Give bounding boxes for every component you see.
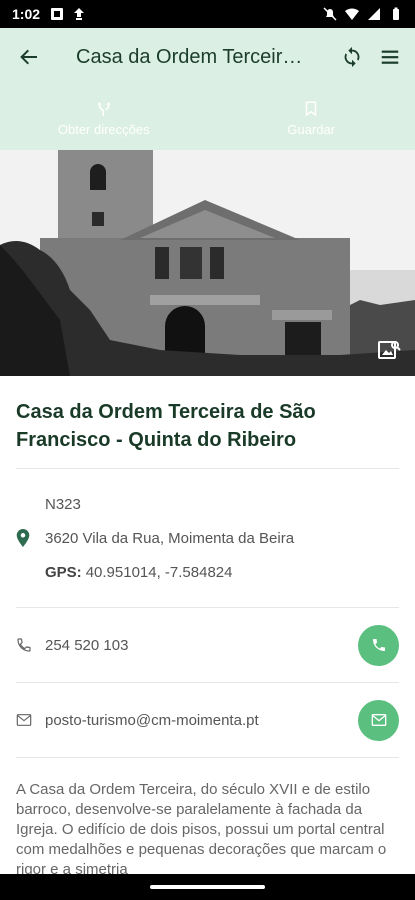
status-bar: 1:02 bbox=[0, 0, 415, 28]
road-row: N323 bbox=[0, 487, 415, 521]
directions-icon bbox=[97, 101, 111, 116]
sync-button[interactable] bbox=[333, 28, 371, 86]
phone-row[interactable]: 254 520 103 bbox=[0, 608, 415, 682]
arrow-back-icon bbox=[20, 49, 37, 65]
bookmark-icon bbox=[306, 101, 317, 116]
wifi-icon bbox=[345, 8, 359, 20]
back-button[interactable] bbox=[0, 28, 58, 86]
app-title: Casa da Ordem Terceira de São Francisco … bbox=[76, 45, 308, 68]
app-bar: Casa da Ordem Terceira de São Francisco … bbox=[0, 28, 415, 86]
gps-value: 40.951014, -7.584824 bbox=[85, 563, 233, 581]
gallery-button[interactable] bbox=[377, 338, 401, 362]
phone-icon bbox=[372, 639, 385, 651]
phone-text: 254 520 103 bbox=[45, 636, 129, 654]
email-row[interactable]: posto-turismo@cm-moimenta.pt bbox=[0, 683, 415, 757]
location-pin-icon bbox=[16, 529, 30, 547]
signal-icon bbox=[368, 8, 380, 20]
status-time: 1:02 bbox=[12, 6, 41, 22]
mute-icon bbox=[323, 7, 337, 21]
road-text: N323 bbox=[45, 495, 81, 513]
sync-icon bbox=[344, 46, 360, 68]
email-text: posto-turismo@cm-moimenta.pt bbox=[45, 711, 259, 729]
action-strip: Obter direcções Guardar bbox=[0, 86, 415, 150]
image-search-icon bbox=[378, 341, 401, 359]
photo-icon bbox=[51, 8, 64, 20]
system-nav-bar bbox=[0, 874, 415, 900]
email-icon bbox=[16, 714, 32, 726]
email-icon bbox=[371, 714, 386, 726]
address-row[interactable]: 3620 Vila da Rua, Moimenta da Beira bbox=[0, 521, 415, 555]
download-icon bbox=[74, 8, 85, 20]
gps-label: GPS: bbox=[45, 563, 82, 581]
home-gesture-handle[interactable] bbox=[150, 885, 265, 889]
phone-icon bbox=[17, 638, 31, 652]
save-label: Guardar bbox=[287, 121, 336, 137]
gps-row: GPS: 40.951014, -7.584824 bbox=[0, 555, 415, 589]
location-info: N323 3620 Vila da Rua, Moimenta da Beira… bbox=[0, 469, 415, 607]
place-details: Casa da Ordem Terceira de São Francisco … bbox=[0, 376, 415, 880]
call-button[interactable] bbox=[358, 624, 399, 666]
menu-button[interactable] bbox=[371, 28, 409, 86]
directions-button[interactable]: Obter direcções bbox=[0, 86, 208, 150]
save-button[interactable]: Guardar bbox=[208, 86, 415, 150]
address-text: 3620 Vila da Rua, Moimenta da Beira bbox=[45, 529, 295, 547]
place-description: A Casa da Ordem Terceira, do século XVII… bbox=[16, 781, 387, 878]
send-email-button[interactable] bbox=[358, 699, 399, 741]
place-title: Casa da Ordem Terceira de São Francisco … bbox=[16, 401, 316, 451]
church-photo bbox=[0, 150, 415, 376]
battery-icon bbox=[393, 7, 399, 20]
hero-photo[interactable] bbox=[0, 150, 415, 376]
directions-label: Obter direcções bbox=[57, 121, 150, 137]
menu-icon bbox=[381, 50, 399, 64]
